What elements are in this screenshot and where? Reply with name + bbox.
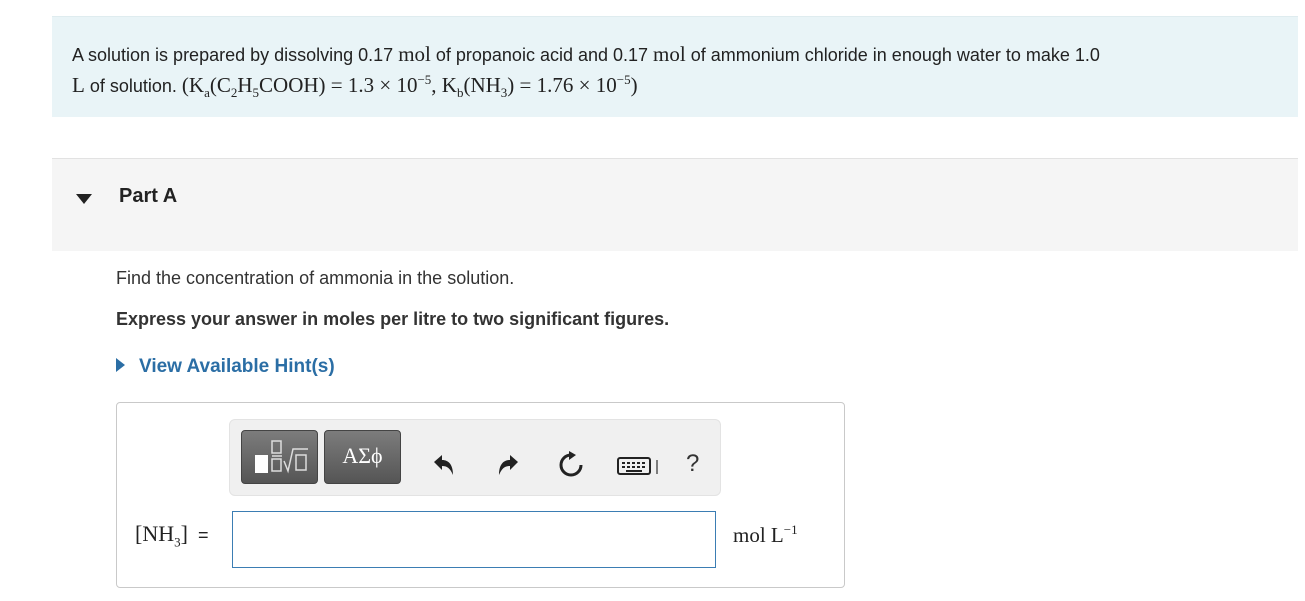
help-button[interactable]: ? xyxy=(686,450,699,478)
expand-triangle-icon xyxy=(116,357,125,372)
equilibrium-constants: (Ka(C2H5COOH) = 1.3 × 10−5, Kb(NH3) = 1.… xyxy=(181,72,638,101)
unit-label: mol L−1 xyxy=(733,522,798,547)
view-hints-link[interactable]: View Available Hint(s) xyxy=(116,356,335,378)
answer-label: [NH3] = xyxy=(135,521,209,550)
part-title: Part A xyxy=(119,185,178,207)
templates-button[interactable] xyxy=(241,430,318,484)
express-instruction: Express your answer in moles per litre t… xyxy=(116,309,670,329)
symbols-button[interactable]: ΑΣϕ xyxy=(324,430,401,484)
redo-icon[interactable] xyxy=(494,450,524,480)
part-a-header[interactable]: Part A xyxy=(52,158,1298,251)
templates-icon xyxy=(255,440,308,474)
reset-icon[interactable] xyxy=(556,450,586,480)
problem-text: A solution is prepared by dissolving 0.1… xyxy=(72,42,1100,101)
collapse-triangle-icon[interactable] xyxy=(76,194,92,204)
math-toolbar: ΑΣϕ ? xyxy=(229,419,721,496)
problem-statement: A solution is prepared by dissolving 0.1… xyxy=(52,16,1298,117)
answer-box: ΑΣϕ ? [NH3] = mol L−1 xyxy=(116,402,845,588)
keyboard-icon[interactable] xyxy=(616,454,664,478)
answer-input[interactable] xyxy=(232,511,716,568)
instruction-text: Find the concentration of ammonia in the… xyxy=(116,268,515,288)
undo-icon[interactable] xyxy=(428,450,458,480)
